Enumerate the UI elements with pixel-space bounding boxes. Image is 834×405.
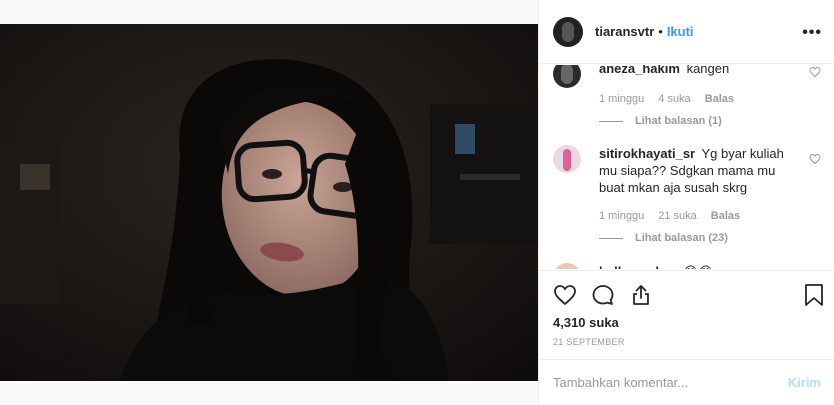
post-side-panel: tiaransvtr • Ikuti ••• aneza_hakim kange…: [538, 0, 834, 405]
post-header: tiaransvtr • Ikuti •••: [539, 0, 834, 64]
comment-item: aneza_hakim kangen 1 minggu 4 suka Balas…: [553, 65, 821, 127]
comment-like-icon[interactable]: [809, 66, 821, 78]
comments-list[interactable]: aneza_hakim kangen 1 minggu 4 suka Balas…: [539, 65, 834, 269]
heart-icon[interactable]: [553, 283, 577, 307]
comment-input[interactable]: [553, 375, 788, 390]
view-replies-button[interactable]: Lihat balasan (1): [599, 115, 821, 127]
comment-meta: 1 minggu 21 suka Balas: [599, 210, 821, 222]
portrait-image: [0, 24, 538, 381]
more-options-icon[interactable]: •••: [802, 24, 822, 42]
share-icon[interactable]: [629, 283, 653, 307]
comment-text: sitirokhayati_sr Yg byar kuliah mu siapa…: [599, 145, 821, 196]
comment-composer: Kirim: [539, 359, 834, 405]
bookmark-icon[interactable]: [803, 283, 825, 307]
post-actions: 4,310 suka 21 SEPTEMBER: [539, 270, 834, 359]
comment-content: kangen: [686, 65, 730, 76]
action-icons: [553, 283, 653, 307]
comment-likes[interactable]: 21 suka: [658, 210, 697, 222]
comment-text: kollarsyahru 😂😂: [599, 263, 821, 269]
post-date[interactable]: 21 SEPTEMBER: [553, 337, 625, 347]
commenter-avatar[interactable]: [553, 263, 581, 269]
comment-icon[interactable]: [591, 283, 615, 307]
author-username[interactable]: tiaransvtr: [595, 24, 654, 39]
comment-meta: 1 minggu 4 suka Balas: [599, 93, 821, 105]
comment-username[interactable]: sitirokhayati_sr: [599, 146, 695, 161]
comment-time[interactable]: 1 minggu: [599, 93, 644, 105]
commenter-avatar[interactable]: [553, 145, 581, 173]
likes-count[interactable]: 4,310 suka: [553, 315, 619, 330]
instagram-post-page: tiaransvtr • Ikuti ••• aneza_hakim kange…: [0, 0, 834, 405]
header-separator: •: [658, 24, 663, 39]
follow-button[interactable]: Ikuti: [667, 24, 694, 39]
comment-content: 😂😂: [683, 264, 713, 269]
comment-time[interactable]: 1 minggu: [599, 210, 644, 222]
comment-like-icon[interactable]: [809, 153, 821, 165]
reply-button[interactable]: Balas: [711, 210, 740, 222]
comment-likes[interactable]: 4 suka: [658, 93, 690, 105]
commenter-avatar[interactable]: [553, 65, 581, 88]
send-button[interactable]: Kirim: [788, 375, 821, 390]
author-avatar[interactable]: [553, 16, 583, 47]
view-replies-button[interactable]: Lihat balasan (23): [599, 232, 821, 244]
comment-item: kollarsyahru 😂😂: [553, 263, 821, 269]
reply-button[interactable]: Balas: [705, 93, 734, 105]
comment-username[interactable]: kollarsyahru: [599, 264, 676, 269]
comment-text: aneza_hakim kangen: [599, 65, 821, 77]
comment-username[interactable]: aneza_hakim: [599, 65, 680, 76]
post-photo[interactable]: [0, 24, 538, 381]
comment-item: sitirokhayati_sr Yg byar kuliah mu siapa…: [553, 145, 821, 244]
